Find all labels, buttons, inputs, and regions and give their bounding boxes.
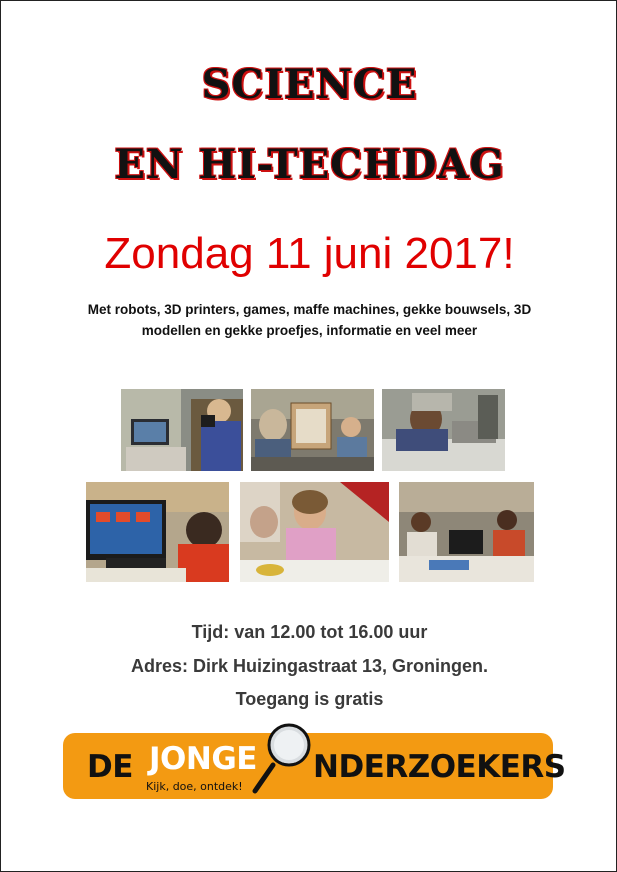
photo-computer-headphones — [86, 482, 229, 582]
event-description: Met robots, 3D printers, games, maffe ma… — [61, 299, 558, 341]
photo-3d-printer — [251, 389, 374, 471]
title-line-2: EN HI-TECHDAG — [114, 141, 505, 188]
photo-lab-workbench — [382, 389, 505, 471]
poster-page: SCIENCE EN HI-TECHDAG Zondag 11 juni 201… — [0, 0, 617, 872]
photo-microscope — [121, 389, 243, 471]
event-time: Tijd: van 12.00 tot 16.00 uur — [191, 622, 428, 642]
de-jonge-onderzoekers-logo: DE JONGE NDERZOEKERS Kijk, doe, ontdek! — [63, 723, 566, 799]
logo-word-onderzoekers: NDERZOEKERS — [313, 749, 566, 785]
magnifying-glass-icon — [252, 723, 311, 794]
description-line-2: modellen en gekke proefjes, informatie e… — [141, 323, 478, 338]
event-admission: Toegang is gratis — [235, 689, 384, 709]
photo-classroom-laptops — [399, 482, 534, 582]
description-line-1: Met robots, 3D printers, games, maffe ma… — [87, 302, 532, 317]
logo-tagline: Kijk, doe, ontdek! — [146, 780, 243, 793]
logo-word-jonge: JONGE — [149, 741, 257, 777]
event-address: Adres: Dirk Huizingastraat 13, Groningen… — [130, 656, 489, 676]
photo-girl-experiment — [240, 482, 389, 582]
title-line-1: SCIENCE — [201, 61, 418, 108]
logo-word-de: DE — [87, 749, 133, 785]
event-date: Zondag 11 juni 2017! — [104, 229, 515, 278]
